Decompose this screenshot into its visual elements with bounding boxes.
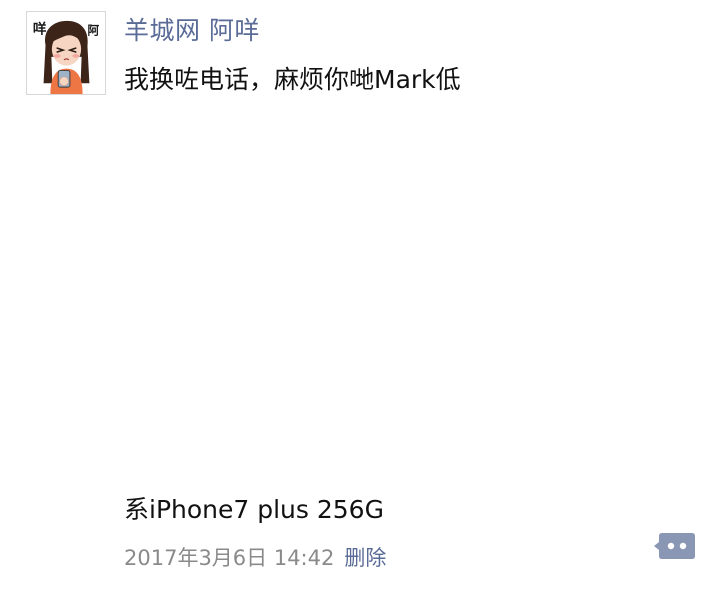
avatar-text-left: 咩: [33, 21, 47, 38]
avatar-text-right: 阿: [87, 23, 99, 37]
author-name[interactable]: 羊城网 阿咩: [124, 13, 260, 49]
post-content: 我换咗电话，麻烦你哋Mark低: [124, 62, 461, 98]
comment-more-button[interactable]: [654, 531, 696, 561]
comment-more-icon: [654, 533, 695, 559]
post-meta: 2017年3月6日 14:42 删除: [124, 542, 386, 574]
delete-button[interactable]: 删除: [344, 546, 386, 570]
post-media-area: [112, 108, 682, 480]
post-text: 我换咗电话，麻烦你哋Mark低: [124, 65, 461, 94]
post-timestamp: 2017年3月6日 14:42: [124, 546, 335, 570]
post-caption: 系iPhone7 plus 256G: [124, 495, 384, 524]
moments-post: 咩 阿 羊城网 阿咩 我换咗电话，麻烦你哋Mark低 系iPhone7 plus…: [0, 0, 719, 602]
cartoon-girl-avatar-icon: 咩 阿: [33, 21, 99, 94]
avatar[interactable]: 咩 阿: [26, 11, 106, 95]
